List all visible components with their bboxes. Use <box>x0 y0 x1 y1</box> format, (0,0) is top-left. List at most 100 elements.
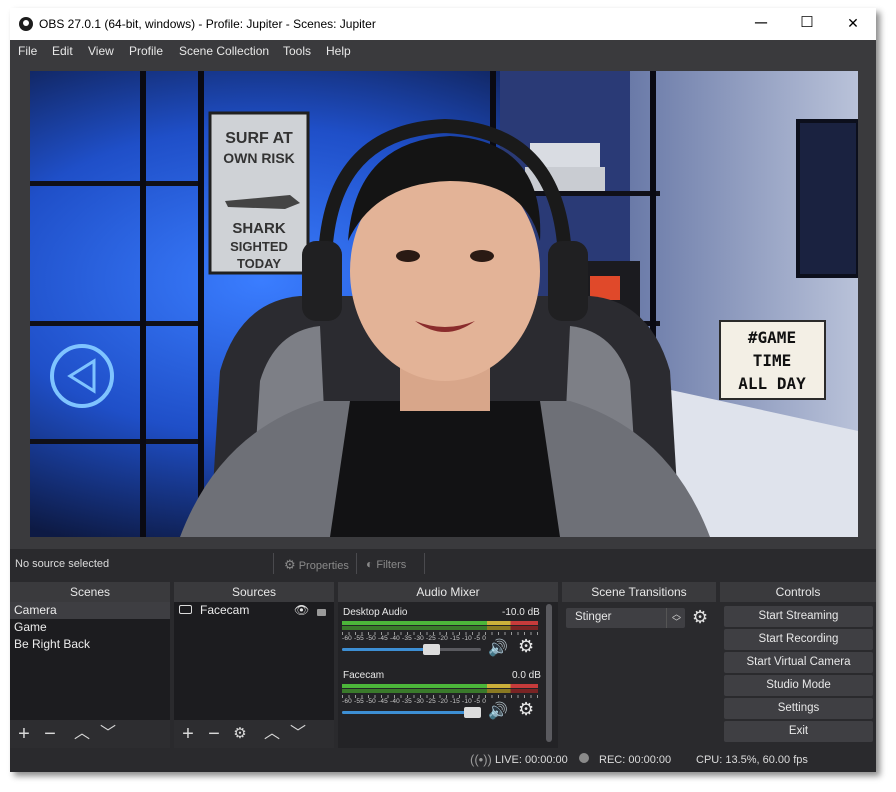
sources-dock: Sources Facecam 👁 + − ⚙ ︿ ﹀ <box>174 582 334 748</box>
move-up-icon[interactable]: ︿ <box>73 725 91 743</box>
source-properties-gear-icon[interactable]: ⚙ <box>231 725 249 743</box>
poster-line-1: SURF AT <box>225 130 293 147</box>
spinner-icon <box>666 608 667 628</box>
exit-button[interactable]: Exit <box>724 721 873 742</box>
add-scene-icon[interactable]: + <box>15 724 33 744</box>
obs-logo-icon <box>19 17 33 31</box>
channel-name: Desktop Audio <box>343 607 408 618</box>
lightbox-line-3: ALL DAY <box>738 374 806 393</box>
gear-icon: ⚙ <box>284 557 296 572</box>
level-meter <box>342 689 538 693</box>
volume-fill <box>342 648 429 651</box>
channel-db: 0.0 dB <box>512 670 541 681</box>
window-title: OBS 27.0.1 (64-bit, windows) - Profile: … <box>39 17 376 31</box>
lock-icon[interactable] <box>317 609 326 616</box>
channel-db: -10.0 dB <box>502 607 540 618</box>
scene-item[interactable]: Game <box>10 619 170 636</box>
toolbar-divider <box>356 553 357 574</box>
menu-bar: File Edit View Profile Scene Collection … <box>10 40 876 62</box>
transition-select[interactable]: Stinger ︿ ﹀ <box>566 608 685 628</box>
move-down-icon[interactable]: ﹀ <box>99 725 117 743</box>
lightbox-line-2: TIME <box>753 351 792 370</box>
mixer-body: Desktop Audio -10.0 dB -60 -55 -50 -45 -… <box>338 602 558 748</box>
mixer-scrollbar[interactable] <box>546 604 552 742</box>
record-dot-icon <box>579 753 589 763</box>
menu-view[interactable]: View <box>88 44 114 58</box>
level-meter <box>342 626 538 630</box>
obs-window: OBS 27.0.1 (64-bit, windows) - Profile: … <box>10 8 876 772</box>
preview-area: SURF AT OWN RISK SHARK SIGHTED TODAY #GA… <box>10 62 876 548</box>
controls-dock: Controls Start Streaming Start Recording… <box>720 582 876 748</box>
remove-source-icon[interactable]: − <box>205 724 223 744</box>
move-up-icon[interactable]: ︿ <box>263 725 281 743</box>
transition-selected: Stinger <box>575 611 612 623</box>
meter-scale: -60 -55 -50 -45 -40 -35 -30 -25 -20 -15 … <box>342 635 487 642</box>
speaker-icon[interactable]: 🔊 <box>488 701 508 721</box>
transition-properties-gear-icon[interactable]: ⚙ <box>692 607 708 628</box>
remove-scene-icon[interactable]: − <box>41 724 59 744</box>
sources-toolbar: + − ⚙ ︿ ﹀ <box>174 720 334 748</box>
sources-header: Sources <box>174 582 334 602</box>
volume-knob[interactable] <box>423 644 440 655</box>
start-recording-button[interactable]: Start Recording <box>724 629 873 650</box>
source-name: Facecam <box>200 603 250 617</box>
toolbar-divider <box>424 553 425 574</box>
channel-settings-gear-icon[interactable]: ⚙ <box>518 699 534 720</box>
meter-scale: -60 -55 -50 -45 -40 -35 -30 -25 -20 -15 … <box>342 698 487 705</box>
rec-timer: REC: 00:00:00 <box>599 754 672 766</box>
level-meter <box>342 684 538 688</box>
menu-tools[interactable]: Tools <box>283 44 311 58</box>
close-button[interactable]: ✕ <box>830 8 876 40</box>
scene-item[interactable]: Camera <box>10 602 170 619</box>
move-down-icon[interactable]: ﹀ <box>289 725 307 743</box>
scene-item[interactable]: Be Right Back <box>10 636 170 653</box>
properties-label: Properties <box>298 560 349 572</box>
studio-mode-button[interactable]: Studio Mode <box>724 675 873 696</box>
camera-icon <box>179 605 192 614</box>
chevron-updown-icon: ︿ ﹀ <box>672 609 682 627</box>
controls-header: Controls <box>720 582 876 602</box>
sources-list: Facecam 👁 <box>174 602 334 720</box>
minimize-button[interactable]: ─ <box>738 8 784 40</box>
start-virtual-camera-button[interactable]: Start Virtual Camera <box>724 652 873 673</box>
scenes-toolbar: + − ︿ ﹀ <box>10 720 170 748</box>
no-source-label: No source selected <box>15 558 110 570</box>
lightbox-line-1: #GAME <box>748 328 796 347</box>
poster-line-4: SIGHTED <box>230 239 288 254</box>
speaker-icon[interactable]: 🔊 <box>488 638 508 658</box>
channel-name: Facecam <box>343 670 385 681</box>
settings-button[interactable]: Settings <box>724 698 873 719</box>
broadcast-icon: ((•)) <box>470 752 492 767</box>
scenes-header: Scenes <box>10 582 170 602</box>
poster-line-2: OWN RISK <box>223 150 295 166</box>
menu-profile[interactable]: Profile <box>129 44 163 58</box>
filters-button[interactable]: ◐ Filters <box>366 557 406 571</box>
volume-fill <box>342 711 472 714</box>
preview-scene-image: SURF AT OWN RISK SHARK SIGHTED TODAY #GA… <box>30 71 858 537</box>
menu-file[interactable]: File <box>18 44 37 58</box>
add-source-icon[interactable]: + <box>179 724 197 744</box>
source-toolbar: No source selected ⚙ Properties ◐ Filter… <box>10 548 876 579</box>
program-preview[interactable]: SURF AT OWN RISK SHARK SIGHTED TODAY #GA… <box>30 71 858 537</box>
status-bar: ((•)) LIVE: 00:00:00 REC: 00:00:00 CPU: … <box>10 748 876 772</box>
menu-edit[interactable]: Edit <box>52 44 73 58</box>
scenes-dock: Scenes Camera Game Be Right Back + − ︿ ﹀ <box>10 582 170 748</box>
volume-knob[interactable] <box>464 707 481 718</box>
volume-slider[interactable] <box>342 707 481 718</box>
menu-help[interactable]: Help <box>326 44 351 58</box>
title-bar: OBS 27.0.1 (64-bit, windows) - Profile: … <box>10 8 876 40</box>
poster-line-5: TODAY <box>237 256 281 271</box>
menu-scene-collection[interactable]: Scene Collection <box>179 44 269 58</box>
volume-slider[interactable] <box>342 644 481 655</box>
level-meter <box>342 621 538 625</box>
scene-transitions-header: Scene Transitions <box>562 582 716 602</box>
live-timer: LIVE: 00:00:00 <box>495 754 568 766</box>
cpu-fps: CPU: 13.5%, 60.00 fps <box>696 754 808 766</box>
start-streaming-button[interactable]: Start Streaming <box>724 606 873 627</box>
eye-icon[interactable]: 👁 <box>294 602 309 619</box>
channel-settings-gear-icon[interactable]: ⚙ <box>518 636 534 657</box>
source-item[interactable]: Facecam 👁 <box>174 602 334 619</box>
properties-button[interactable]: ⚙ Properties <box>284 557 349 573</box>
maximize-button[interactable]: ☐ <box>784 8 830 40</box>
toolbar-divider <box>273 553 274 574</box>
